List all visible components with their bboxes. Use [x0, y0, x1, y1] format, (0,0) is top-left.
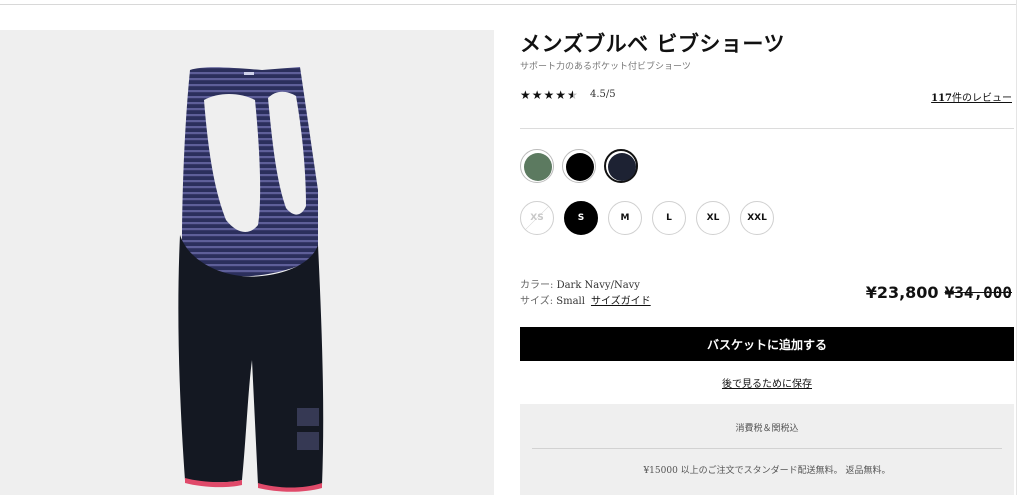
rating-text: 4.5/5	[590, 89, 616, 100]
tax-notice: 消費税＆関税込	[735, 424, 799, 434]
product-subtitle: サポート力のあるポケット付ビブショーツ	[520, 62, 691, 72]
star-icon: ★	[520, 88, 531, 102]
color-swatch-green[interactable]	[520, 149, 554, 183]
star-icon: ★	[531, 88, 543, 102]
top-bar	[0, 0, 1024, 32]
review-suffix: 件のレビュー	[952, 93, 1012, 104]
review-count: 117	[931, 93, 952, 104]
info-divider	[532, 448, 1002, 449]
color-swatch-black[interactable]	[562, 149, 596, 183]
color-value: Dark Navy/Navy	[556, 280, 640, 291]
size-option-l[interactable]: L	[652, 201, 686, 235]
top-divider	[0, 4, 1016, 5]
size-line: サイズ: Small サイズガイド	[520, 294, 651, 310]
save-for-later-link[interactable]: 後で見るために保存	[520, 375, 1014, 390]
bib-shorts-illustration	[178, 67, 324, 492]
color-swatch-dark-navy[interactable]	[604, 149, 638, 183]
size-option-xs[interactable]: XS	[520, 201, 554, 235]
half-star-icon: ★	[567, 88, 578, 102]
info-box: 消費税＆関税込 ¥15000 以上のご注文でスタンダード配送無料。 返品無料。	[520, 404, 1014, 495]
product-title: メンズブルベ ビブショーツ	[520, 32, 785, 56]
size-value: Small	[556, 296, 585, 307]
size-key: サイズ:	[520, 296, 554, 307]
color-key: カラー:	[520, 280, 554, 291]
price: ¥23,800 ¥34,000	[866, 283, 1012, 302]
rating-stars: ★ ★ ★ ★ ★	[520, 88, 579, 102]
divider	[520, 128, 1014, 129]
shipping-notice: ¥15000 以上のご注文でスタンダード配送無料。 返品無料。	[643, 466, 891, 476]
product-image	[0, 30, 494, 495]
size-option-xl[interactable]: XL	[696, 201, 730, 235]
size-option-s[interactable]: S	[564, 201, 598, 235]
size-option-xxl[interactable]: XXL	[740, 201, 774, 235]
size-guide-link[interactable]: サイズガイド	[591, 296, 651, 307]
size-option-m[interactable]: M	[608, 201, 642, 235]
star-icon: ★	[543, 88, 555, 102]
selection-summary: カラー: Dark Navy/Navy サイズ: Small サイズガイド	[520, 278, 651, 310]
reviews-link[interactable]: 117件のレビュー	[931, 89, 1012, 104]
add-to-basket-button[interactable]: バスケットに追加する	[520, 327, 1014, 361]
original-price: ¥34,000	[944, 283, 1012, 302]
right-edge-rule	[1016, 0, 1017, 495]
star-icon: ★	[555, 88, 567, 102]
sale-price: ¥23,800	[865, 283, 939, 302]
color-line: カラー: Dark Navy/Navy	[520, 278, 651, 294]
